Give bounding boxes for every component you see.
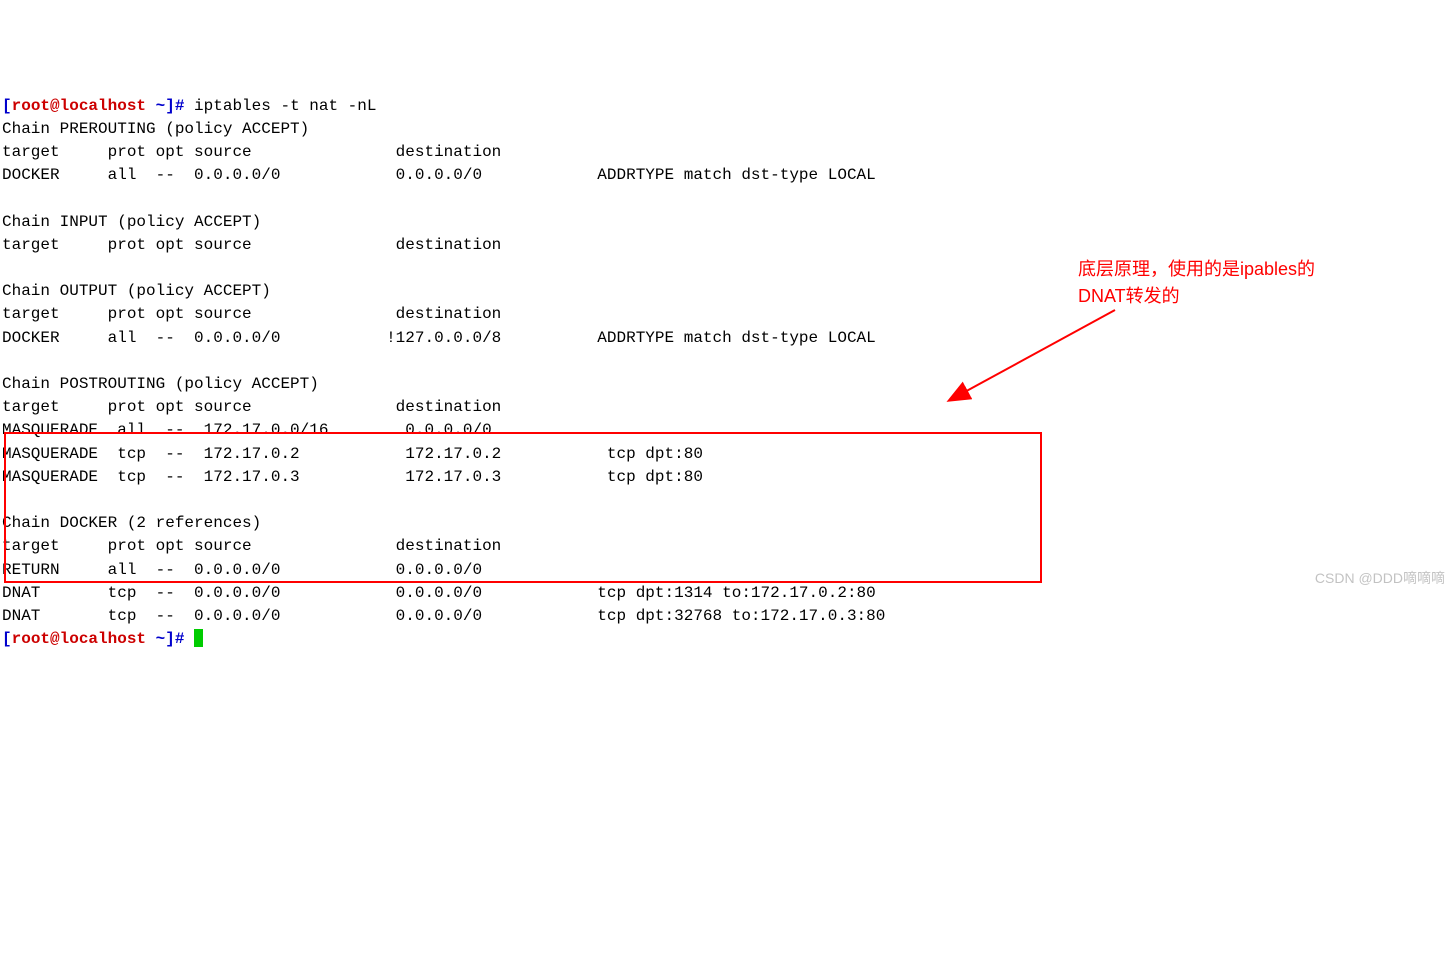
chain-prerouting-columns: target prot opt source destination xyxy=(2,143,501,161)
watermark-text: CSDN @DDD嘀嘀嘀 xyxy=(1315,568,1445,588)
prompt-userhost: root@localhost xyxy=(12,630,146,648)
cursor-icon xyxy=(194,629,203,647)
chain-postrouting-header: Chain POSTROUTING (policy ACCEPT) xyxy=(2,375,319,393)
prompt-path: ~ xyxy=(146,630,165,648)
chain-postrouting-row: MASQUERADE tcp -- 172.17.0.3 172.17.0.3 … xyxy=(2,468,703,486)
prompt-close: ]# xyxy=(165,97,194,115)
chain-docker-columns: target prot opt source destination xyxy=(2,537,501,555)
chain-prerouting-row: DOCKER all -- 0.0.0.0/0 0.0.0.0/0 ADDRTY… xyxy=(2,166,876,184)
chain-output-row: DOCKER all -- 0.0.0.0/0 !127.0.0.0/8 ADD… xyxy=(2,329,876,347)
prompt-bracket: [ xyxy=(2,97,12,115)
prompt-close: ]# xyxy=(165,630,194,648)
chain-prerouting-header: Chain PREROUTING (policy ACCEPT) xyxy=(2,120,309,138)
chain-output-header: Chain OUTPUT (policy ACCEPT) xyxy=(2,282,271,300)
chain-docker-row: DNAT tcp -- 0.0.0.0/0 0.0.0.0/0 tcp dpt:… xyxy=(2,584,876,602)
annotation-line1: 底层原理，使用的是ipables的 xyxy=(1078,259,1315,279)
command-text: iptables -t nat -nL xyxy=(194,97,376,115)
chain-postrouting-row: MASQUERADE all -- 172.17.0.0/16 0.0.0.0/… xyxy=(2,421,492,439)
chain-postrouting-columns: target prot opt source destination xyxy=(2,398,501,416)
chain-docker-row: DNAT tcp -- 0.0.0.0/0 0.0.0.0/0 tcp dpt:… xyxy=(2,607,885,625)
prompt-bracket: [ xyxy=(2,630,12,648)
chain-docker-header: Chain DOCKER (2 references) xyxy=(2,514,261,532)
prompt-userhost: root@localhost xyxy=(12,97,146,115)
annotation-text: 底层原理，使用的是ipables的 DNAT转发的 xyxy=(1078,256,1315,310)
chain-docker-row: RETURN all -- 0.0.0.0/0 0.0.0.0/0 xyxy=(2,561,482,579)
prompt-path: ~ xyxy=(146,97,165,115)
chain-input-columns: target prot opt source destination xyxy=(2,236,501,254)
chain-postrouting-row: MASQUERADE tcp -- 172.17.0.2 172.17.0.2 … xyxy=(2,445,703,463)
terminal-output: [root@localhost ~]# iptables -t nat -nL … xyxy=(2,95,1453,652)
annotation-line2: DNAT转发的 xyxy=(1078,286,1180,306)
chain-output-columns: target prot opt source destination xyxy=(2,305,501,323)
chain-input-header: Chain INPUT (policy ACCEPT) xyxy=(2,213,261,231)
